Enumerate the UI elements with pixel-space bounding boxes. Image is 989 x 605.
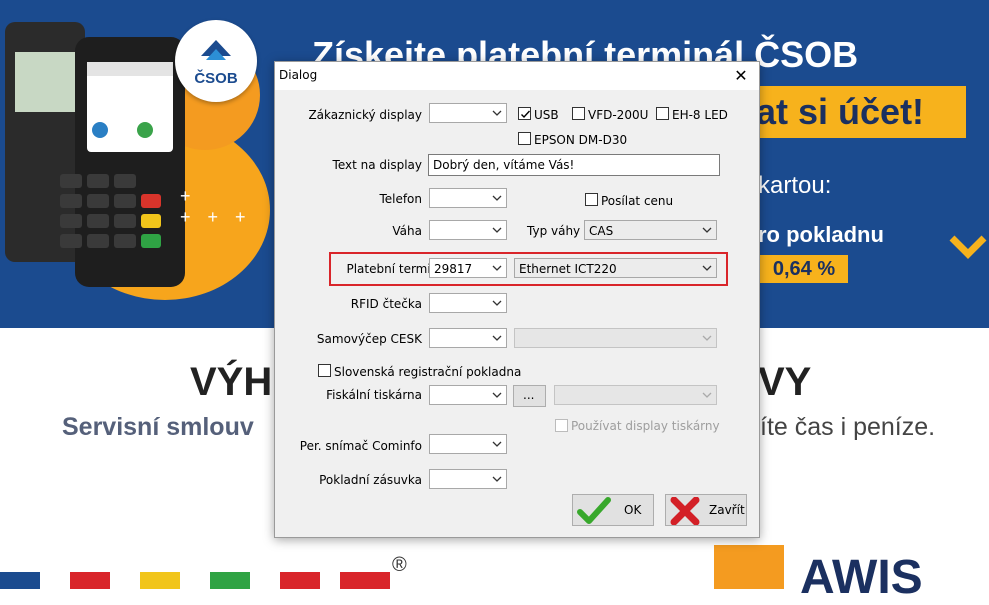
epson-checkbox[interactable] [518, 132, 531, 145]
send-price-checkbox[interactable] [585, 193, 598, 206]
fiscal-printer-browse-button[interactable]: ... [513, 385, 546, 407]
self-checkout-label: Samovýčep CESK [316, 332, 422, 346]
banner-rate: 0,64 % [760, 255, 848, 283]
rfid-select[interactable] [429, 293, 507, 313]
dialog-titlebar[interactable]: Dialog ✕ [275, 62, 759, 90]
input-value: Dobrý den, vítáme Vás! [433, 158, 575, 172]
chevron-down-icon [492, 300, 502, 306]
usb-label: USB [534, 108, 559, 122]
page-subheading: Servisní smlouv [62, 413, 254, 441]
phone-label: Telefon [379, 192, 422, 206]
display-text-label: Text na display [332, 158, 422, 172]
customer-display-select[interactable] [429, 103, 507, 123]
chevron-down-icon [492, 265, 502, 271]
checkmark-icon [521, 110, 531, 119]
chevron-down-icon [492, 335, 502, 341]
scale-type-select[interactable]: CAS [584, 220, 717, 240]
fiscal-printer-select[interactable] [429, 385, 507, 405]
customer-display-label: Zákaznický display [308, 108, 422, 122]
banner-cta: at si účet! [748, 86, 966, 138]
partner-logo-left [0, 572, 390, 589]
partner-logo-right-mark [714, 545, 784, 589]
chevron-down-icon [702, 227, 712, 233]
close-label: Zavřít [709, 503, 745, 517]
payment-terminal-label: Platební terminál [346, 262, 449, 276]
settings-dialog: Dialog ✕ Zákaznický display USB VFD-200U… [274, 61, 760, 538]
payment-terminal-port-select[interactable]: 29817 [429, 258, 507, 278]
select-value: CAS [589, 224, 614, 238]
payment-terminal-image [5, 22, 185, 287]
eh8-label: EH-8 LED [672, 108, 728, 122]
decor-plus: + + + + [180, 186, 252, 227]
chevron-down-icon [492, 227, 502, 233]
vfd-checkbox[interactable] [572, 107, 585, 120]
chevron-down-icon [702, 335, 712, 341]
use-printer-display-checkbox [555, 419, 568, 432]
use-printer-display-label: Používat display tiskárny [571, 419, 720, 433]
cominfo-scanner-label: Per. snímač Cominfo [299, 439, 422, 453]
close-icon: ✕ [734, 66, 748, 85]
chevron-down-icon [949, 235, 987, 259]
ok-label: OK [624, 503, 642, 517]
checkmark-icon [577, 497, 611, 524]
csob-logo-mark [201, 40, 231, 60]
red-x-icon [670, 497, 700, 525]
epson-label: EPSON DM-D30 [534, 133, 628, 147]
page-subheading: íte čas i peníze. [760, 413, 936, 441]
dialog-title: Dialog [279, 68, 318, 82]
scale-select[interactable] [429, 220, 507, 240]
chevron-down-icon [492, 110, 502, 116]
registered-mark: ® [392, 554, 407, 576]
fiscal-printer-model-select [554, 385, 717, 405]
ok-button[interactable]: OK [572, 494, 654, 526]
banner-text: ro pokladnu [758, 222, 884, 247]
chevron-down-icon [492, 476, 502, 482]
browse-label: ... [523, 388, 535, 402]
fiscal-printer-label: Fiskální tiskárna [326, 388, 422, 402]
rfid-label: RFID čtečka [350, 297, 422, 311]
partner-logo-right: AWIS [800, 551, 923, 604]
usb-checkbox[interactable] [518, 107, 531, 120]
chevron-down-icon [702, 265, 712, 271]
display-text-input[interactable]: Dobrý den, vítáme Vás! [428, 154, 720, 176]
logo-text: ČSOB [194, 70, 238, 87]
chevron-down-icon [492, 392, 502, 398]
self-checkout-select[interactable] [429, 328, 507, 348]
payment-terminal-device-select[interactable]: Ethernet ICT220 [514, 258, 717, 278]
slovak-register-label: Slovenská registrační pokladna [334, 365, 522, 379]
scale-label: Váha [392, 224, 422, 238]
csob-logo: ČSOB [175, 20, 257, 102]
eh8-checkbox[interactable] [656, 107, 669, 120]
select-value: Ethernet ICT220 [519, 262, 617, 276]
select-value: 29817 [434, 262, 473, 276]
cominfo-scanner-select[interactable] [429, 434, 507, 454]
vfd-label: VFD-200U [588, 108, 649, 122]
chevron-down-icon [492, 195, 502, 201]
cash-drawer-select[interactable] [429, 469, 507, 489]
scale-type-label: Typ váhy [527, 224, 581, 238]
slovak-register-checkbox[interactable] [318, 364, 331, 377]
chevron-down-icon [702, 392, 712, 398]
banner-text: kartou: [758, 172, 832, 199]
page-heading: VY [758, 360, 812, 404]
close-window-button[interactable]: ✕ [723, 62, 759, 90]
cash-drawer-label: Pokladní zásuvka [319, 473, 422, 487]
self-checkout-model-select [514, 328, 717, 348]
phone-select[interactable] [429, 188, 507, 208]
send-price-label: Posílat cenu [601, 194, 674, 208]
page-heading: VÝH [190, 360, 273, 404]
close-button[interactable]: Zavřít [665, 494, 747, 526]
chevron-down-icon [492, 441, 502, 447]
